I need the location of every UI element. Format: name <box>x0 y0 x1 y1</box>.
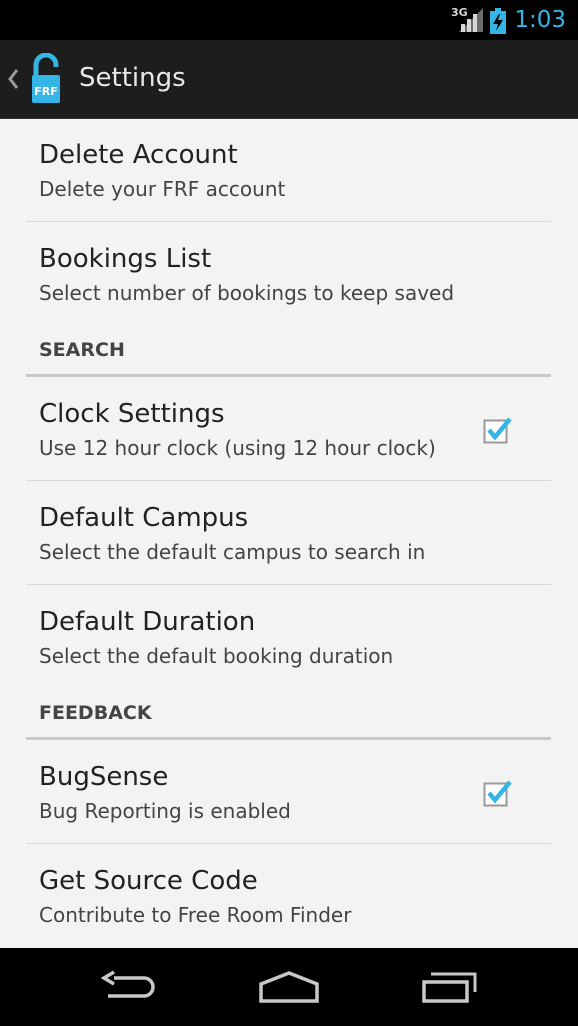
clock-checkbox[interactable] <box>483 416 513 448</box>
page-title: Settings <box>79 63 186 93</box>
pref-title: Bookings List <box>39 244 212 274</box>
pref-title: Default Duration <box>39 607 256 637</box>
pref-clock-settings[interactable]: Clock Settings Use 12 hour clock (using … <box>26 377 551 481</box>
pref-title: Delete Account <box>39 140 238 170</box>
category-label: FEEDBACK <box>39 702 152 724</box>
category-feedback: FEEDBACK <box>26 682 551 740</box>
pref-summary: Select the default booking duration <box>39 644 394 668</box>
pref-default-duration[interactable]: Default Duration Select the default book… <box>26 585 551 688</box>
recent-apps-icon[interactable] <box>421 970 479 1008</box>
back-icon[interactable] <box>100 970 158 1008</box>
pref-title: Get Source Code <box>39 866 258 896</box>
pref-title: Default Campus <box>39 503 249 533</box>
navigation-bar <box>0 948 578 1026</box>
pref-delete-account[interactable]: Delete Account Delete your FRF account <box>26 118 551 222</box>
pref-default-campus[interactable]: Default Campus Select the default campus… <box>26 481 551 585</box>
pref-summary: Use 12 hour clock (using 12 hour clock) <box>39 436 436 460</box>
category-label: SEARCH <box>39 339 125 361</box>
settings-list: Delete Account Delete your FRF account B… <box>0 118 578 947</box>
home-icon[interactable] <box>258 970 320 1008</box>
category-search: SEARCH <box>26 319 551 377</box>
pref-summary: Delete your FRF account <box>39 177 286 201</box>
back-chevron-icon[interactable] <box>6 68 20 94</box>
app-icon-label: FRF <box>34 85 58 98</box>
status-bar: 3G 1:03 <box>0 0 578 40</box>
action-bar: FRF Settings <box>0 40 578 119</box>
battery-charging-icon <box>490 8 506 38</box>
pref-title: Clock Settings <box>39 399 225 429</box>
pref-summary: Contribute to Free Room Finder <box>39 903 352 927</box>
pref-title: BugSense <box>39 762 169 792</box>
pref-source-code[interactable]: Get Source Code Contribute to Free Room … <box>26 844 551 947</box>
app-lock-icon[interactable]: FRF <box>30 52 62 109</box>
status-clock: 1:03 <box>514 7 566 33</box>
bugsense-checkbox[interactable] <box>483 779 513 811</box>
pref-summary: Select number of bookings to keep saved <box>39 281 455 305</box>
pref-bugsense[interactable]: BugSense Bug Reporting is enabled <box>26 740 551 844</box>
pref-summary: Select the default campus to search in <box>39 540 426 564</box>
pref-summary: Bug Reporting is enabled <box>39 799 291 823</box>
signal-icon <box>459 8 483 36</box>
pref-bookings-list[interactable]: Bookings List Select number of bookings … <box>26 222 551 325</box>
